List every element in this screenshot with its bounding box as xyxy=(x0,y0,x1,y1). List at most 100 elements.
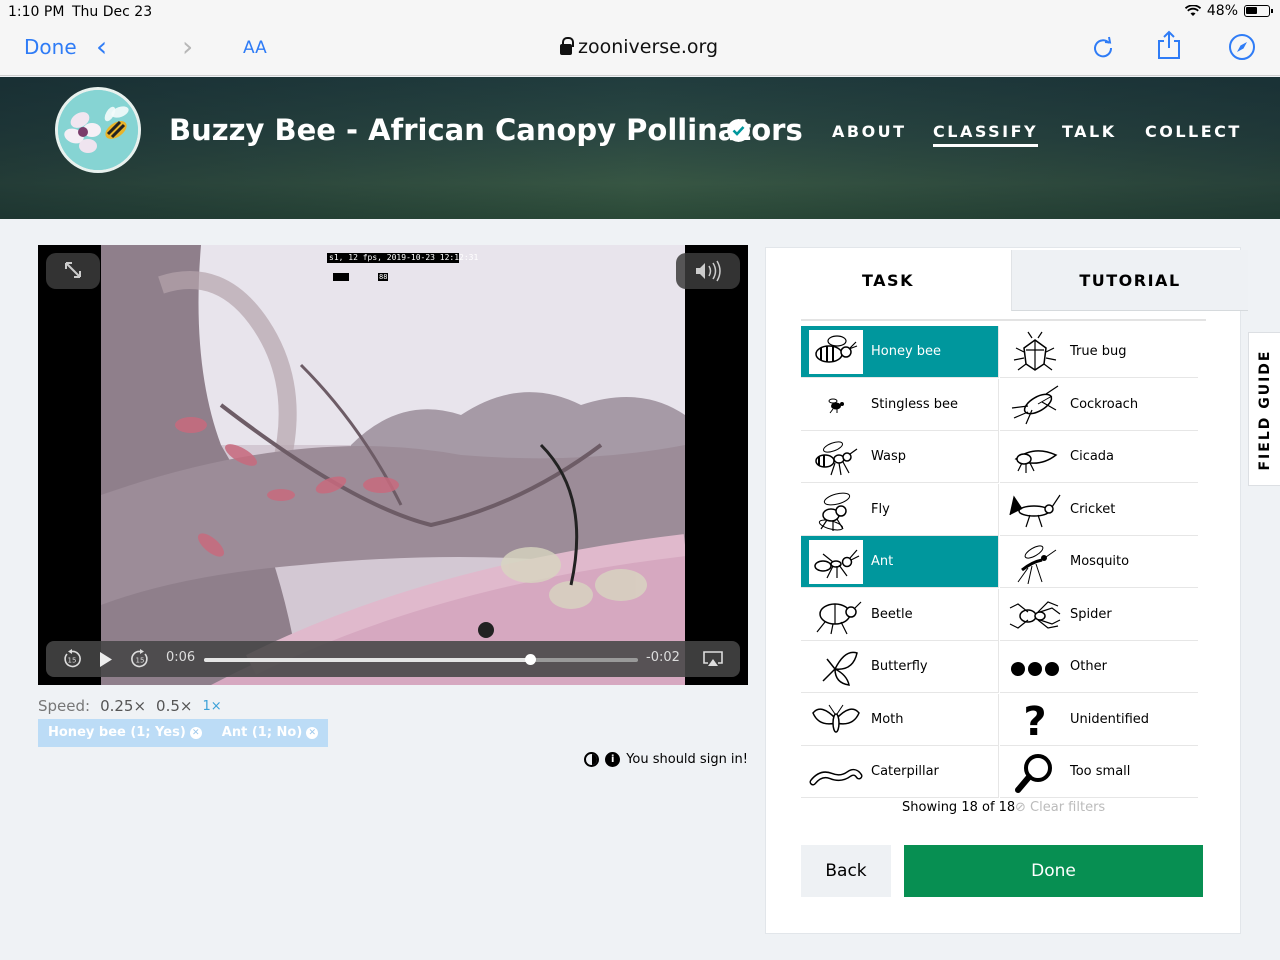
nav-collect[interactable]: COLLECT xyxy=(1145,122,1242,141)
browser-toolbar: Done ‹ › AA zooniverse.org xyxy=(0,24,1280,76)
wasp-icon xyxy=(809,434,863,479)
choice-label: Butterfly xyxy=(871,659,928,674)
sign-in-text[interactable]: You should sign in! xyxy=(626,752,748,767)
tab-tutorial[interactable]: TUTORIAL xyxy=(1011,250,1248,311)
skip-forward-seconds: 15 xyxy=(136,657,145,665)
beetle-icon xyxy=(809,592,863,636)
skip-forward-15-icon[interactable]: 15 xyxy=(130,649,150,669)
choice-fly[interactable]: Fly xyxy=(801,483,999,536)
battery-percent: 48% xyxy=(1206,3,1238,19)
choice-butterfly[interactable]: Butterfly xyxy=(801,641,999,693)
choice-label: Ant xyxy=(871,554,894,569)
choice-cricket[interactable]: Cricket xyxy=(1000,484,1198,536)
project-title[interactable]: Buzzy Bee - African Canopy Pollinators xyxy=(169,113,803,147)
video-controls: 15 15 0:06 -0:02 xyxy=(46,641,740,677)
nav-classify[interactable]: CLASSIFY xyxy=(933,122,1039,147)
scrubber-fill xyxy=(204,658,530,662)
info-icon[interactable]: i xyxy=(605,752,621,767)
compass-icon[interactable] xyxy=(1228,33,1256,61)
choice-ant[interactable]: Ant xyxy=(801,536,999,588)
done-button[interactable]: Done xyxy=(904,845,1203,897)
fly-icon xyxy=(809,487,863,531)
project-avatar[interactable] xyxy=(55,87,141,173)
tab-task[interactable]: TASK xyxy=(766,250,1010,311)
cricket-icon xyxy=(1008,487,1062,531)
remove-tag-icon[interactable]: ✕ xyxy=(189,727,202,739)
choice-mosquito[interactable]: Mosquito xyxy=(1000,536,1198,588)
choice-cockroach[interactable]: Cockroach xyxy=(1000,379,1198,431)
lock-icon xyxy=(560,37,574,55)
choice-stingless-bee[interactable]: Stingless bee xyxy=(801,378,999,431)
clear-filters-icon: ⊘ xyxy=(1015,800,1026,815)
video-scrubber[interactable] xyxy=(204,654,638,665)
annotation-tag[interactable]: Honey bee (1; Yes) ✕ xyxy=(38,719,212,747)
speed-option-0.25[interactable]: 0.25× xyxy=(100,697,146,715)
choice-beetle[interactable]: Beetle xyxy=(801,588,999,641)
nav-about[interactable]: ABOUT xyxy=(832,122,907,141)
field-guide-label: FIELD GUIDE xyxy=(1257,349,1273,471)
choice-label: Too small xyxy=(1070,764,1131,779)
wifi-icon xyxy=(1184,5,1201,16)
contrast-icon[interactable] xyxy=(584,752,600,767)
cockroach-icon xyxy=(1008,382,1062,426)
speed-controls: Speed: 0.25× 0.5× 1× xyxy=(38,697,222,715)
bee-flower-logo-icon xyxy=(58,90,138,170)
choice-moth[interactable]: Moth xyxy=(801,693,999,746)
choice-spider[interactable]: Spider xyxy=(1000,589,1198,641)
choice-cicada[interactable]: Cicada xyxy=(1000,431,1198,483)
choice-other[interactable]: Other xyxy=(1000,641,1198,693)
ant-icon xyxy=(809,539,863,584)
browser-done-button[interactable]: Done xyxy=(24,35,77,59)
airplay-icon[interactable] xyxy=(702,650,724,668)
choice-too-small[interactable]: Too small xyxy=(1000,746,1198,798)
video-player[interactable]: s1, 12 fps, 2019-10-23 12:12:31 88 15 15… xyxy=(38,245,748,685)
choice-label: Caterpillar xyxy=(871,764,939,779)
choice-wasp[interactable]: Wasp xyxy=(801,431,999,483)
choice-label: Honey bee xyxy=(871,344,942,359)
speed-option-1[interactable]: 1× xyxy=(202,699,221,715)
choice-true-bug[interactable]: True bug xyxy=(1000,326,1198,378)
status-right: 48% xyxy=(1184,3,1273,19)
choice-label: Cockroach xyxy=(1070,396,1139,412)
reload-icon[interactable] xyxy=(1092,34,1114,60)
clear-filters-link[interactable]: ⊘ Clear filters xyxy=(1015,800,1105,815)
honey-bee-icon xyxy=(809,329,863,374)
volume-button[interactable] xyxy=(676,253,740,289)
speed-option-0.5[interactable]: 0.5× xyxy=(156,697,192,715)
choice-label: Moth xyxy=(871,711,904,727)
field-guide-tab[interactable]: FIELD GUIDE xyxy=(1248,332,1280,486)
three-dots-icon xyxy=(1008,644,1062,689)
text-size-button[interactable]: AA xyxy=(243,38,267,58)
video-overlay-marker: 88 xyxy=(379,273,388,281)
annotation-tag[interactable]: Ant (1; No) ✕ xyxy=(211,719,329,747)
back-button[interactable]: Back xyxy=(801,845,891,897)
choice-unidentified[interactable]: ? Unidentified xyxy=(1000,694,1198,746)
choice-honey-bee[interactable]: Honey bee xyxy=(801,326,999,378)
choice-label: Other xyxy=(1070,659,1107,674)
status-time: 1:10 PM xyxy=(8,4,65,20)
cicada-icon xyxy=(1008,434,1062,479)
skip-back-15-icon[interactable]: 15 xyxy=(62,649,82,669)
choice-label: Fly xyxy=(871,501,890,517)
share-icon[interactable] xyxy=(1156,30,1182,60)
url-text: zooniverse.org xyxy=(578,36,719,58)
mosquito-icon xyxy=(1008,539,1062,584)
fullscreen-button[interactable] xyxy=(46,253,100,289)
choice-label: Mosquito xyxy=(1070,554,1130,569)
nav-talk[interactable]: TALK xyxy=(1062,122,1117,141)
status-date: Thu Dec 23 xyxy=(72,4,153,20)
address-bar[interactable]: zooniverse.org xyxy=(560,36,718,58)
scrubber-knob[interactable] xyxy=(524,654,536,665)
status-bar: 1:10 PM Thu Dec 23 48% xyxy=(0,0,1280,24)
video-frame: s1, 12 fps, 2019-10-23 12:12:31 88 xyxy=(101,245,685,685)
stingless-bee-icon xyxy=(809,382,863,426)
remove-tag-icon[interactable]: ✕ xyxy=(306,727,319,739)
forward-chevron-icon[interactable]: › xyxy=(182,30,193,63)
choice-caterpillar[interactable]: Caterpillar xyxy=(801,746,999,798)
video-timestamp-overlay: s1, 12 fps, 2019-10-23 12:12:31 xyxy=(329,253,479,262)
back-chevron-icon[interactable]: ‹ xyxy=(96,30,107,63)
choice-label: Unidentified xyxy=(1070,711,1150,727)
choice-label: Cricket xyxy=(1070,501,1116,517)
expand-icon xyxy=(65,262,81,278)
play-icon[interactable] xyxy=(98,651,114,668)
